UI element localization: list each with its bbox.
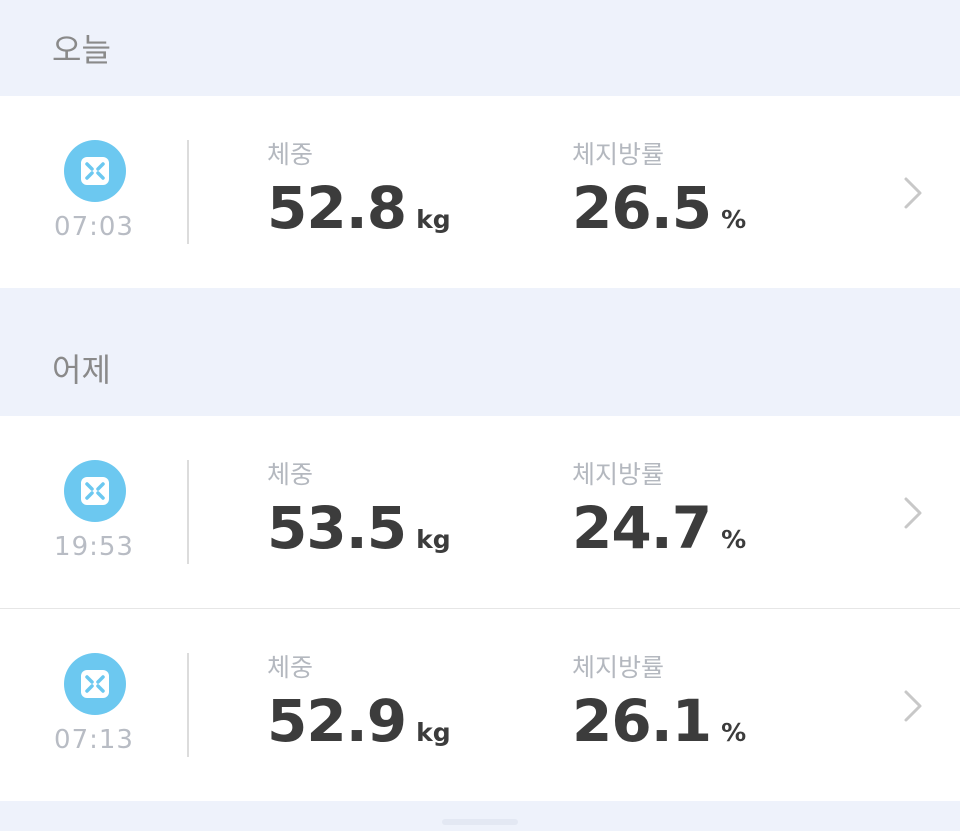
weight-metric: 체중 52.9 kg [267,653,451,751]
vertical-divider [187,653,189,757]
weight-unit: kg [416,718,451,747]
record-row[interactable]: 07:03 체중 52.8 kg 체지방률 26.5% [0,96,960,288]
body-fat-unit: % [721,718,747,747]
body-fat-value: 24.7 [572,494,712,562]
list-footer [0,801,960,831]
record-time: 07:13 [54,725,134,755]
body-fat-unit: % [721,205,747,234]
weight-metric: 체중 53.5 kg [267,460,451,558]
record-row[interactable]: 19:53 체중 53.5 kg 체지방률 24.7% [0,416,960,608]
section-header-today: 오늘 [0,0,960,96]
record-time: 19:53 [54,532,134,562]
body-fat-label: 체지방률 [572,653,665,682]
body-fat-label: 체지방률 [572,140,665,169]
body-fat-metric: 체지방률 24.7% [572,460,746,558]
weight-unit: kg [416,525,451,554]
weight-unit: kg [416,205,451,234]
weight-label: 체중 [267,653,314,682]
weight-value: 52.9 [267,687,407,755]
record-icon-column: 07:13 [0,609,188,801]
record-time: 07:03 [54,212,134,242]
record-icon-column: 19:53 [0,416,188,608]
record-row[interactable]: 07:13 체중 52.9 kg 체지방률 26.1% [0,608,960,801]
weight-value: 52.8 [267,174,407,242]
chevron-right-icon[interactable] [902,176,924,210]
weight-metric: 체중 52.8 kg [267,140,451,238]
vertical-divider [187,460,189,564]
weight-value: 53.5 [267,494,407,562]
weight-label: 체중 [267,460,314,489]
body-fat-unit: % [721,525,747,554]
scale-icon [64,140,126,202]
section-title: 어제 [52,351,111,389]
body-fat-metric: 체지방률 26.1% [572,653,746,751]
section-header-yesterday: 어제 [0,288,960,416]
weight-label: 체중 [267,140,314,169]
chevron-right-icon[interactable] [902,496,924,530]
body-fat-value: 26.1 [572,687,712,755]
body-fat-value: 26.5 [572,174,712,242]
record-icon-column: 07:03 [0,96,188,288]
vertical-divider [187,140,189,244]
chevron-right-icon[interactable] [902,689,924,723]
scale-icon [64,460,126,522]
scale-icon [64,653,126,715]
body-fat-label: 체지방률 [572,460,665,489]
section-title: 오늘 [52,31,111,69]
body-fat-metric: 체지방률 26.5% [572,140,746,238]
